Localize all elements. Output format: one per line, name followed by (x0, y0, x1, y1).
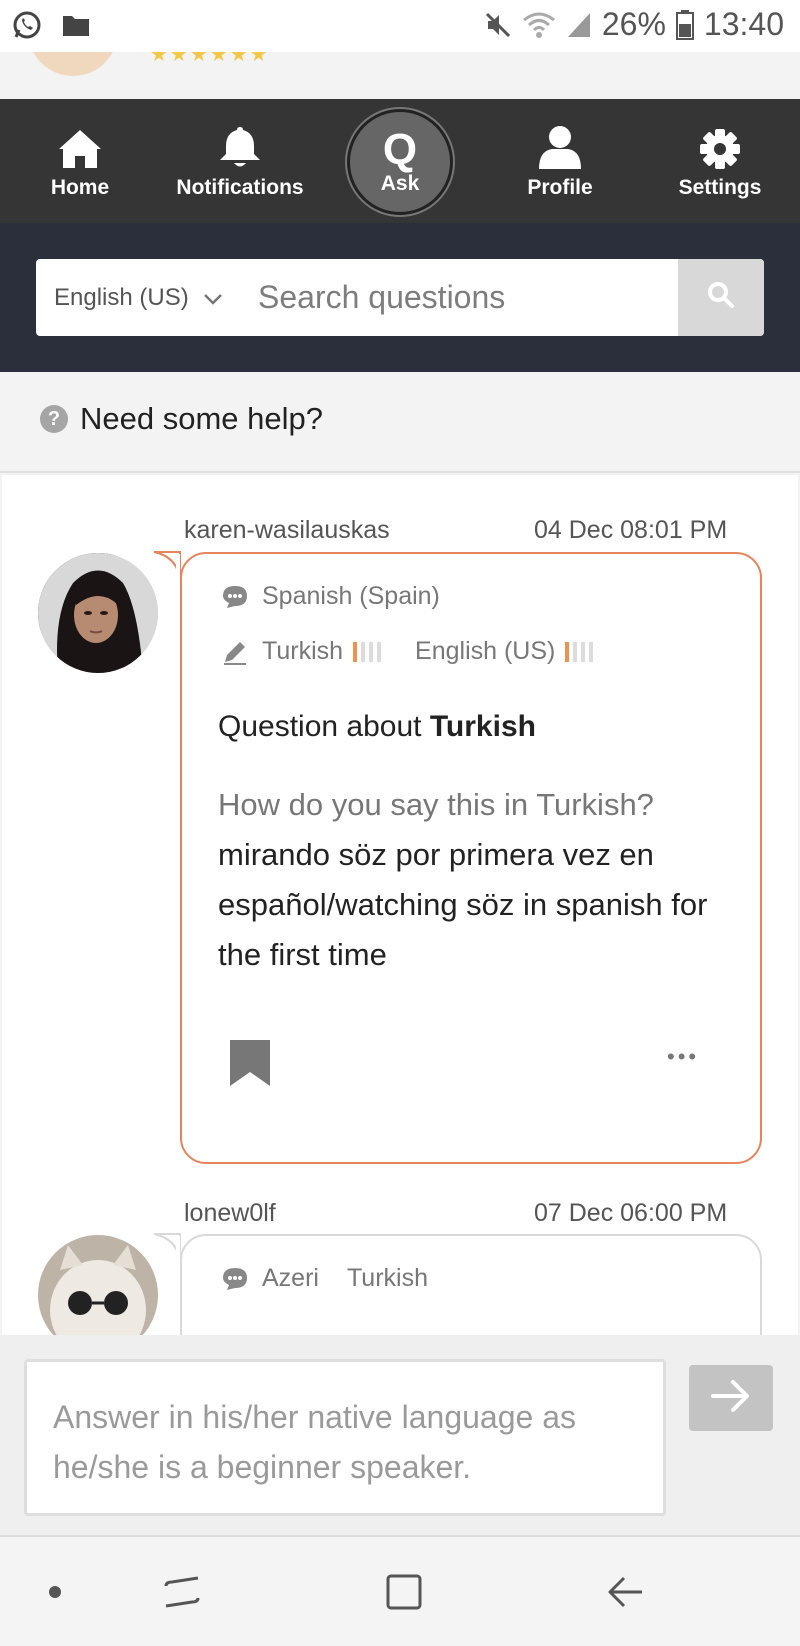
wifi-icon (522, 11, 556, 39)
arrow-right-icon (711, 1379, 751, 1418)
nav-settings[interactable]: Settings (650, 99, 790, 223)
help-row[interactable]: ? Need some help? (0, 372, 800, 473)
bookmark-icon[interactable] (230, 1040, 270, 1091)
search-input[interactable] (258, 259, 688, 336)
nav-settings-label: Settings (678, 176, 762, 199)
question-card[interactable]: Spanish (Spain) Turkish English (US) Que… (180, 552, 762, 1164)
native-language-row: Azeri Turkish (222, 1264, 428, 1293)
main-nav: Home Notifications Q Ask Profile Setting… (0, 99, 800, 223)
nav-notifications[interactable]: Notifications (170, 99, 310, 223)
native-language: Spanish (Spain) (262, 582, 440, 610)
nav-home[interactable]: Home (10, 99, 150, 223)
answer-bar (0, 1335, 800, 1535)
studying-language: English (US) (415, 637, 556, 665)
send-answer-button[interactable] (689, 1365, 773, 1431)
question-title: Question about Turkish (218, 710, 536, 744)
overview-icon[interactable] (372, 1537, 436, 1646)
recent-apps-icon[interactable] (150, 1537, 214, 1646)
battery-icon (675, 9, 694, 40)
folder-icon (62, 13, 90, 37)
question-feed: karen-wasilauskas 04 Dec 08:01 PM Spanis… (2, 475, 798, 1335)
clock: 13:40 (703, 6, 784, 42)
question-date: 07 Dec 06:00 PM (534, 1199, 728, 1227)
search-panel: English (US) (0, 223, 800, 372)
pencil-icon (222, 639, 248, 665)
system-nav-bar (0, 1535, 800, 1644)
partial-avatar (28, 52, 118, 76)
chevron-down-icon (203, 284, 223, 312)
question-username[interactable]: lonew0lf (184, 1199, 276, 1228)
question-date: 04 Dec 08:01 PM (534, 516, 728, 544)
help-icon: ? (40, 405, 68, 433)
help-text: Need some help? (80, 401, 323, 436)
language-select-value: English (US) (54, 283, 189, 311)
bell-icon (218, 122, 262, 170)
nav-home-label: Home (50, 176, 110, 199)
question-username[interactable]: karen-wasilauskas (184, 516, 390, 545)
nav-profile-label: Profile (527, 176, 593, 199)
search-button[interactable] (678, 259, 764, 336)
search-box: English (US) (36, 259, 764, 336)
search-icon (707, 281, 735, 314)
speech-bubble-icon (222, 1267, 248, 1291)
home-icon (57, 122, 103, 170)
studying-language: Turkish (262, 637, 344, 665)
nav-profile[interactable]: Profile (490, 99, 630, 223)
proficiency-level (353, 641, 382, 662)
native-language: Turkish (346, 1264, 428, 1292)
native-language-row: Spanish (Spain) (222, 582, 440, 611)
speech-bubble-icon (222, 585, 248, 609)
previous-content-sliver: ★★★★★★ (0, 52, 800, 99)
mute-icon (484, 11, 512, 39)
question-card[interactable]: Azeri Turkish (180, 1234, 762, 1335)
status-bar: 26% 13:40 (0, 0, 800, 52)
whatsapp-icon (12, 10, 42, 40)
question-body: How do you say this in Turkish? mirando … (218, 780, 738, 980)
proficiency-level (565, 641, 594, 662)
profile-icon (537, 122, 583, 170)
gear-icon (699, 122, 741, 170)
answer-input[interactable] (24, 1359, 666, 1516)
question-prompt: How do you say this in Turkish? (218, 787, 654, 822)
more-icon[interactable]: ••• (667, 1044, 699, 1070)
language-select[interactable]: English (US) (54, 259, 223, 336)
signal-icon (566, 11, 592, 39)
nav-notifications-label: Notifications (176, 176, 304, 199)
assistant-dot-icon[interactable] (30, 1537, 80, 1646)
battery-percent: 26% (601, 6, 666, 42)
back-icon[interactable] (594, 1537, 658, 1646)
question-title-prefix: Question about (218, 710, 422, 743)
question-text: mirando söz por primera vez en español/w… (218, 837, 708, 972)
avatar-karen[interactable] (38, 553, 158, 673)
question-title-language: Turkish (429, 710, 536, 743)
avatar-lonew0lf[interactable] (38, 1235, 158, 1335)
nav-ask-button[interactable]: Q Ask (347, 109, 453, 215)
ask-q-icon: Q (382, 125, 418, 174)
studying-languages-row: Turkish English (US) (222, 637, 594, 666)
partial-rating-stars: ★★★★★★ (150, 52, 270, 66)
nav-ask-label: Ask (380, 172, 420, 195)
native-language: Azeri (262, 1264, 319, 1292)
